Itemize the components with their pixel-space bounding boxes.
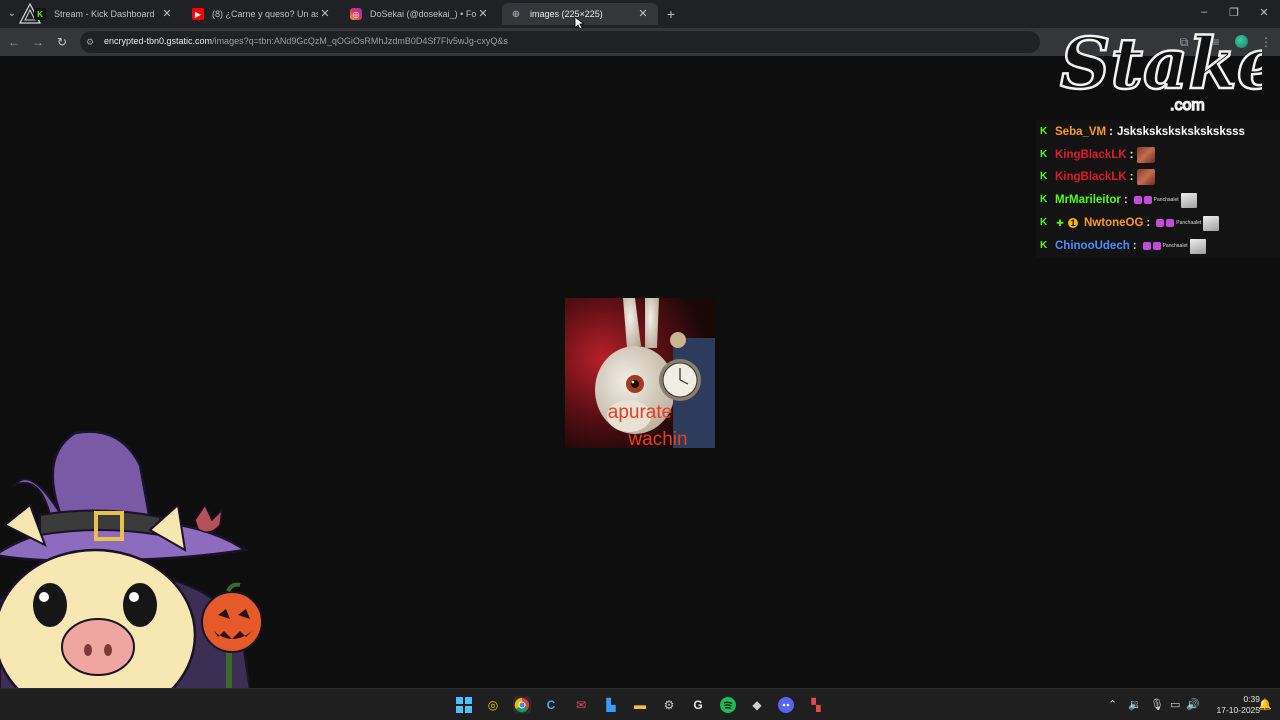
close-icon[interactable]: ✕ [318, 7, 332, 21]
emote-image [1189, 238, 1206, 254]
stake-logo: Stake .com [1059, 21, 1262, 115]
chat-separator: : [1132, 240, 1137, 252]
kick-badge-icon: K [1040, 149, 1048, 160]
app-icon[interactable]: ▚ [807, 696, 825, 714]
network-icon[interactable]: ▭ [1170, 698, 1180, 711]
windows-start-icon[interactable] [455, 696, 473, 714]
forward-button[interactable]: → [30, 34, 46, 50]
chat-username: MrMarileitor [1055, 194, 1121, 206]
reload-button[interactable]: ↻ [54, 34, 70, 50]
chat-username: KingBlackLK [1055, 171, 1127, 183]
chat-separator: : [1146, 217, 1151, 229]
globe-icon: ⊕ [511, 8, 521, 20]
obs-app-icon[interactable]: ▙ [602, 696, 620, 714]
heart-icon [1152, 242, 1161, 250]
tab-kick-dashboard[interactable]: K Stream - Kick Dashboard ✕ [26, 3, 182, 25]
emote-image [1180, 192, 1197, 208]
tab-instagram[interactable]: ◎ DoSekai (@dosekai_) • Fotos y ✕ [342, 3, 498, 25]
chat-message: K KingBlackLK : [1040, 167, 1156, 187]
chat-message: K Seba_VM : Jsksksksksksksksksss [1040, 122, 1245, 142]
back-button[interactable]: ← [6, 34, 22, 50]
displayed-image: apurate wachin [565, 298, 715, 448]
kick-badge-icon: K [1040, 126, 1048, 137]
refresh-app-icon[interactable]: C [542, 696, 560, 714]
face-emote [1137, 169, 1156, 185]
instagram-icon: ◎ [350, 8, 362, 20]
cat-witch-overlay [0, 430, 263, 690]
spotify-icon[interactable] [719, 696, 737, 714]
close-icon[interactable]: ✕ [636, 7, 650, 21]
stream-chat-overlay: K Seba_VM : Jsksksksksksksksksss K KingB… [1036, 120, 1280, 258]
close-icon[interactable]: ✕ [160, 7, 174, 21]
kick-badge-icon: K [1040, 217, 1048, 228]
chat-separator: : [1123, 194, 1128, 206]
coin-badge-icon: 1 [1068, 218, 1078, 228]
tab-title: DoSekai (@dosekai_) • Fotos y [370, 9, 476, 19]
system-clock[interactable]: 0:39 17-10-2025 [1200, 694, 1260, 716]
tab-title: Stream - Kick Dashboard [54, 9, 155, 19]
site-info-icon[interactable]: ⚙ [86, 36, 98, 48]
url-text[interactable]: encrypted-tbn0.gstatic.com/images?q=tbn:… [104, 36, 508, 46]
heart-icon [1133, 196, 1142, 204]
tab-title: (8) ¿Carne y queso? Un as, pero [212, 9, 318, 19]
chat-message: K KingBlackLK : [1040, 145, 1156, 165]
face-emote [1137, 147, 1156, 163]
image-caption-line1: apurate [607, 402, 673, 423]
clock-date: 17-10-2025 [1216, 705, 1260, 715]
chat-username: ChinooUdech [1055, 240, 1130, 252]
heart-icon [1142, 242, 1151, 250]
panchaalet-emote: Panchaalet [1132, 192, 1199, 208]
stake-logo-text: Stake [1060, 22, 1262, 105]
chat-text: Jsksksksksksksksksss [1116, 126, 1245, 138]
youtube-icon: ▶ [192, 8, 204, 20]
microphone-icon[interactable]: 🎙 [1150, 698, 1164, 711]
image-caption-line2: wachin [628, 429, 688, 448]
chat-separator: : [1129, 171, 1134, 183]
address-bar[interactable]: ⚙ encrypted-tbn0.gstatic.com/images?q=tb… [80, 31, 1040, 53]
chat-message: K MrMarileitor : Panchaalet [1040, 190, 1199, 210]
chat-username: KingBlackLK [1055, 149, 1127, 161]
close-icon[interactable]: ✕ [476, 7, 490, 21]
chat-message: K ChinooUdech : Panchaalet [1040, 236, 1208, 256]
g-app-icon[interactable]: G [689, 696, 707, 714]
heart-icon [1143, 196, 1152, 204]
heart-icon [1166, 219, 1175, 227]
stake-logo-subtext: .com [1170, 97, 1205, 114]
kick-badge-icon: K [1040, 240, 1048, 251]
panchaalet-emote: Panchaalet [1141, 238, 1208, 254]
volume-icon[interactable]: 🔊 [1186, 698, 1200, 711]
windows-taskbar: ◎ C ✉ ▙ ▬ ⚙ G ◆ ▚ ⌃ 🔉 🎙 ▭ 🔊 0:39 17-10-2… [0, 688, 1280, 720]
new-tab-button[interactable]: + [662, 5, 680, 23]
heart-icon [1156, 219, 1165, 227]
mail-app-icon[interactable]: ✉ [572, 696, 590, 714]
speaker-icon[interactable]: 🔉 [1128, 698, 1142, 711]
show-hidden-icons-chevron[interactable]: ⌃ [1108, 698, 1117, 711]
clock-time: 0:39 [1243, 694, 1260, 704]
file-explorer-icon[interactable]: ▬ [631, 696, 649, 714]
dark-app-icon[interactable]: ◆ [748, 696, 766, 714]
gift-sub-icon: ✚ [1056, 218, 1064, 228]
settings-gear-icon[interactable]: ⚙ [660, 696, 678, 714]
emote-image [1203, 215, 1220, 231]
chat-message: K ✚ 1 NwtoneOG : Panchaalet [1040, 213, 1221, 233]
chat-username: Seba_VM [1055, 126, 1107, 138]
chrome-icon[interactable] [513, 696, 531, 714]
opera-gx-icon[interactable]: ◎ [484, 696, 502, 714]
kick-badge-icon: K [1040, 194, 1048, 205]
discord-icon[interactable] [777, 696, 795, 714]
chat-username: NwtoneOG [1084, 217, 1144, 229]
panchaalet-emote: Panchaalet [1154, 215, 1221, 231]
chat-separator: : [1129, 149, 1134, 161]
tab-youtube[interactable]: ▶ (8) ¿Carne y queso? Un as, pero ✕ [184, 3, 340, 25]
kick-icon: K [34, 8, 46, 20]
white-rabbit-illustration [565, 298, 715, 448]
kick-badge-icon: K [1040, 171, 1048, 182]
screen: ⌄ K Stream - Kick Dashboard ✕ ▶ (8) ¿Car… [0, 0, 1280, 720]
chat-separator: : [1109, 126, 1113, 138]
notification-bell-icon[interactable]: 🔔 [1258, 698, 1272, 711]
